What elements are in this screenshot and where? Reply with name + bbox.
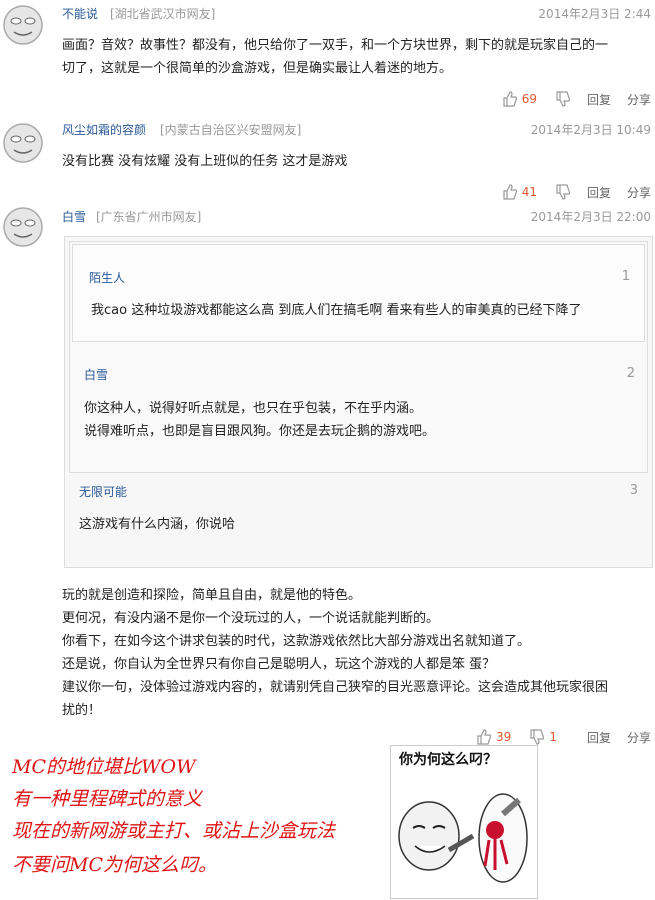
- comment-2: 风尘如霜的容颜 [内蒙古自治区兴安盟网友] 2014年2月3日 10:49 没有…: [0, 118, 655, 208]
- share-button[interactable]: 分享: [627, 91, 651, 108]
- quote-username[interactable]: 白雪: [84, 366, 108, 383]
- user-location: [内蒙古自治区兴安盟网友]: [160, 123, 302, 137]
- quote-line: 你这种人，说得好听点就是，也只在乎包装，不在乎内涵。: [84, 401, 423, 416]
- comment-text: 玩的就是创造和探险，简单且自由，就是他的特色。 更何况，有没内涵不是你一个没玩过…: [62, 584, 654, 722]
- user-location: [广东省广州市网友]: [96, 210, 202, 224]
- comment-line: 建议你一句，没体验过游戏内容的，就请别凭自己狭窄的目光恶意评论。这会造成其他玩家…: [62, 680, 609, 695]
- share-button[interactable]: 分享: [627, 729, 651, 746]
- thumbs-down-icon[interactable]: [555, 91, 571, 107]
- quote-stack: 陌生人 1 我cao 这种垃圾游戏都能这么高 到底人们在搞毛啊 看来有些人的审美…: [64, 236, 653, 568]
- comment-1: 不能说 [湖北省武汉市网友] 2014年2月3日 2:44 画面？音效？故事性？…: [0, 0, 655, 112]
- comment-line: 你看下，在如今这个讲求包装的时代，这款游戏依然比大部分游戏出名就知道了。: [62, 634, 531, 649]
- comment-actions: 41 回复 分享: [502, 183, 651, 201]
- thumbs-down-icon[interactable]: [555, 184, 571, 200]
- avatar[interactable]: [2, 4, 44, 46]
- handwriting-line: 有一种里程碑式的意义: [12, 788, 203, 810]
- quote-floor-number: 3: [629, 483, 638, 498]
- dislike-count: 1: [549, 730, 557, 744]
- like-count: 69: [521, 92, 537, 106]
- comment-line: 更何况，有没内涵不是你一个没玩过的人，一个说话就能判断的。: [62, 611, 440, 626]
- avatar[interactable]: [2, 206, 44, 248]
- thumbs-up-icon[interactable]: [502, 91, 518, 107]
- quote-floor-number: 1: [621, 269, 630, 284]
- reply-button[interactable]: 回复: [587, 184, 611, 201]
- meme-figure-icon: [398, 793, 528, 883]
- like-count: 41: [521, 185, 537, 199]
- meme-image: 你为何这么叼？: [390, 745, 538, 899]
- username[interactable]: 风尘如霜的容颜: [62, 121, 146, 138]
- comment-actions: 39 1 回复 分享: [476, 728, 651, 746]
- handwriting-line: 现在的新网游或主打、或沾上沙盒玩法: [12, 820, 336, 842]
- comment-line: 没有比赛 没有炫耀 没有上班似的任务 这才是游戏: [62, 154, 348, 169]
- comment-actions: 69 回复 分享: [502, 90, 651, 108]
- thumbs-up-icon[interactable]: [476, 729, 492, 745]
- thumbs-up-icon[interactable]: [502, 184, 518, 200]
- comment-line: 还是说，你自认为全世界只有你自己是聪明人，玩这个游戏的人都是笨 蛋？: [62, 657, 496, 672]
- reply-button[interactable]: 回复: [587, 729, 611, 746]
- quote-box: 陌生人 1 我cao 这种垃圾游戏都能这么高 到底人们在搞毛啊 看来有些人的审美…: [69, 241, 648, 473]
- like-count: 39: [496, 730, 512, 744]
- quote-box: 陌生人 1 我cao 这种垃圾游戏都能这么高 到底人们在搞毛啊 看来有些人的审美…: [72, 244, 645, 342]
- thumbs-down-icon[interactable]: [529, 729, 545, 745]
- comment-time: 2014年2月3日 10:49: [530, 123, 651, 137]
- quote-line: 说得难听点，也即是盲目跟风狗。你还是去玩企鹅的游戏吧。: [84, 424, 436, 439]
- comment-text: 没有比赛 没有炫耀 没有上班似的任务 这才是游戏: [62, 150, 654, 173]
- avatar[interactable]: [2, 122, 44, 164]
- comment-line: 玩的就是创造和探险，简单且自由，就是他的特色。: [62, 588, 362, 603]
- comment-line: 切了，这就是一个很简单的沙盒游戏，但是确实最让人着迷的地方。: [62, 61, 453, 76]
- comment-time: 2014年2月3日 22:00: [530, 210, 651, 224]
- share-button[interactable]: 分享: [627, 184, 651, 201]
- quote-floor-number: 2: [626, 366, 635, 381]
- handwriting-line: MC的地位堪比WOW: [12, 756, 196, 778]
- username[interactable]: 白雪: [62, 208, 86, 225]
- user-location: [湖北省武汉市网友]: [110, 7, 216, 21]
- comment-line: 画面？音效？故事性？都没有，他只给你了一双手，和一个方块世界，剩下的就是玩家自己…: [62, 38, 609, 53]
- comment-line: 扰的！: [62, 703, 102, 718]
- comment-text: 画面？音效？故事性？都没有，他只给你了一双手，和一个方块世界，剩下的就是玩家自己…: [62, 34, 654, 80]
- reply-button[interactable]: 回复: [587, 91, 611, 108]
- quote-username[interactable]: 无限可能: [79, 483, 127, 500]
- quote-text: 你这种人，说得好听点就是，也只在乎包装，不在乎内涵。 说得难听点，也即是盲目跟风…: [84, 397, 435, 443]
- comment-time: 2014年2月3日 2:44: [538, 7, 651, 21]
- username[interactable]: 不能说: [62, 5, 98, 22]
- quote-username[interactable]: 陌生人: [89, 269, 125, 286]
- handwriting-line: 不要问MC为何这么叼。: [12, 854, 217, 876]
- quote-text: 这游戏有什么内涵，你说哈: [79, 517, 236, 532]
- quote-text: 我cao 这种垃圾游戏都能这么高 到底人们在搞毛啊 看来有些人的审美真的已经下降…: [91, 303, 582, 318]
- meme-caption: 你为何这么叼？: [399, 752, 497, 768]
